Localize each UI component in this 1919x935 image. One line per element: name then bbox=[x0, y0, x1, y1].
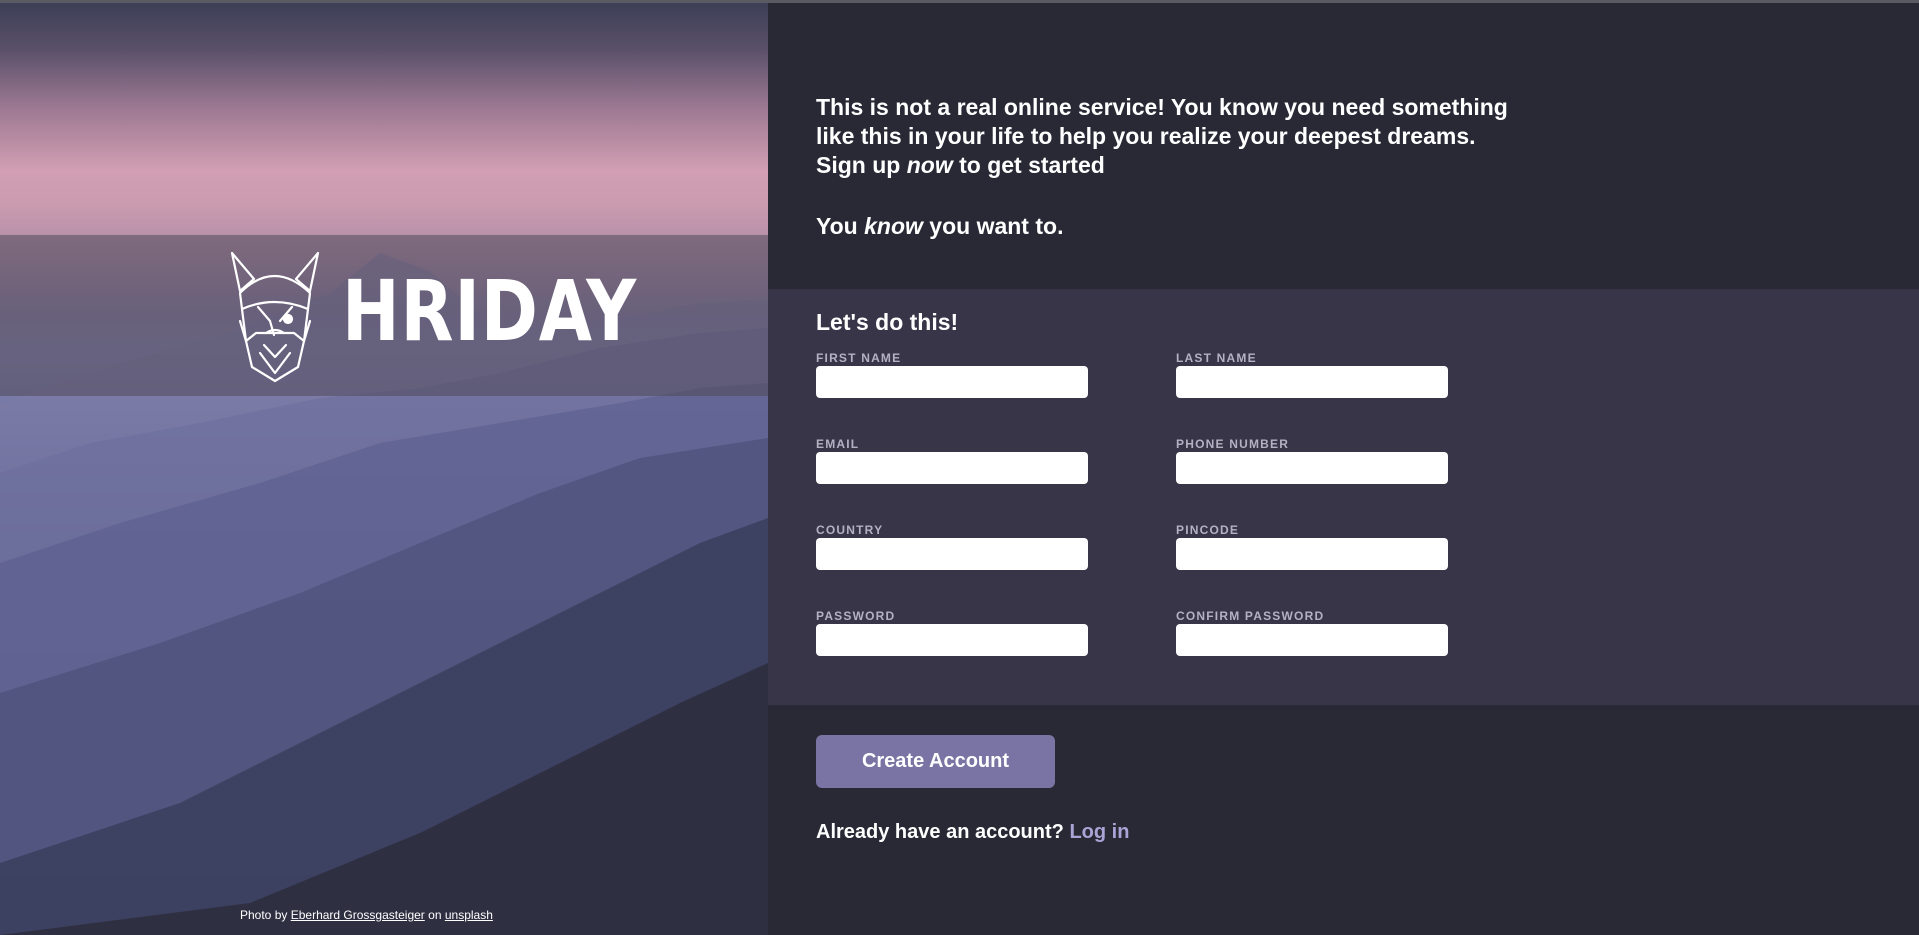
first-name-input[interactable] bbox=[816, 366, 1088, 398]
country-label: COUNTRY bbox=[816, 523, 884, 537]
password-input[interactable] bbox=[816, 624, 1088, 656]
password-group: PASSWORD bbox=[816, 609, 1088, 656]
intro-line3-before: You bbox=[816, 213, 865, 239]
email-label: EMAIL bbox=[816, 437, 860, 451]
email-group: EMAIL bbox=[816, 437, 1088, 484]
first-name-label: FIRST NAME bbox=[816, 351, 902, 365]
signup-form: Let's do this! FIRST NAME LAST NAME EMAI… bbox=[768, 289, 1919, 705]
intro-paragraph-1: This is not a real online service! You k… bbox=[816, 93, 1536, 180]
intro-line3-after: you want to. bbox=[922, 213, 1064, 239]
mountain-landscape bbox=[0, 253, 768, 935]
intro-paragraph-2: You know you want to. bbox=[816, 212, 1536, 241]
country-group: COUNTRY bbox=[816, 523, 1088, 570]
intro-line3-emphasis: know bbox=[864, 213, 923, 239]
credit-author-link[interactable]: Eberhard Grossgasteiger bbox=[291, 908, 425, 922]
country-input[interactable] bbox=[816, 538, 1088, 570]
brand-wordmark: HRIDAY bbox=[342, 262, 638, 360]
email-input[interactable] bbox=[816, 452, 1088, 484]
confirm-password-label: CONFIRM PASSWORD bbox=[1176, 609, 1325, 623]
intro-line2-before: Sign up bbox=[816, 152, 907, 178]
login-prompt: Already have an account? Log in bbox=[816, 821, 1129, 844]
intro-line1: This is not a real online service! You k… bbox=[816, 94, 1508, 149]
intro-line2-after: to get started bbox=[952, 152, 1105, 178]
confirm-password-group: CONFIRM PASSWORD bbox=[1176, 609, 1448, 656]
intro-text: This is not a real online service! You k… bbox=[816, 93, 1536, 241]
password-label: PASSWORD bbox=[816, 609, 896, 623]
first-name-group: FIRST NAME bbox=[816, 351, 1088, 398]
hero-photo-panel: HRIDAY Photo by Eberhard Grossgasteiger … bbox=[0, 3, 768, 935]
credit-middle: on bbox=[428, 908, 442, 922]
pincode-group: PINCODE bbox=[1176, 523, 1448, 570]
intro-line2-emphasis: now bbox=[906, 152, 953, 178]
confirm-password-input[interactable] bbox=[1176, 624, 1448, 656]
pincode-label: PINCODE bbox=[1176, 523, 1240, 537]
phone-input[interactable] bbox=[1176, 452, 1448, 484]
last-name-input[interactable] bbox=[1176, 366, 1448, 398]
photo-credit: Photo by Eberhard Grossgasteiger on unsp… bbox=[240, 908, 493, 922]
phone-label: PHONE NUMBER bbox=[1176, 437, 1290, 451]
credit-source-link[interactable]: unsplash bbox=[445, 908, 493, 922]
login-link[interactable]: Log in bbox=[1069, 821, 1129, 843]
login-prompt-text: Already have an account? bbox=[816, 821, 1064, 843]
credit-prefix: Photo by bbox=[240, 908, 288, 922]
form-title: Let's do this! bbox=[816, 309, 959, 335]
last-name-group: LAST NAME bbox=[1176, 351, 1448, 398]
signup-panel: This is not a real online service! You k… bbox=[768, 3, 1919, 935]
last-name-label: LAST NAME bbox=[1176, 351, 1257, 365]
pincode-input[interactable] bbox=[1176, 538, 1448, 570]
phone-group: PHONE NUMBER bbox=[1176, 437, 1448, 484]
create-account-button[interactable]: Create Account bbox=[816, 735, 1055, 788]
viking-head-icon bbox=[230, 251, 320, 383]
